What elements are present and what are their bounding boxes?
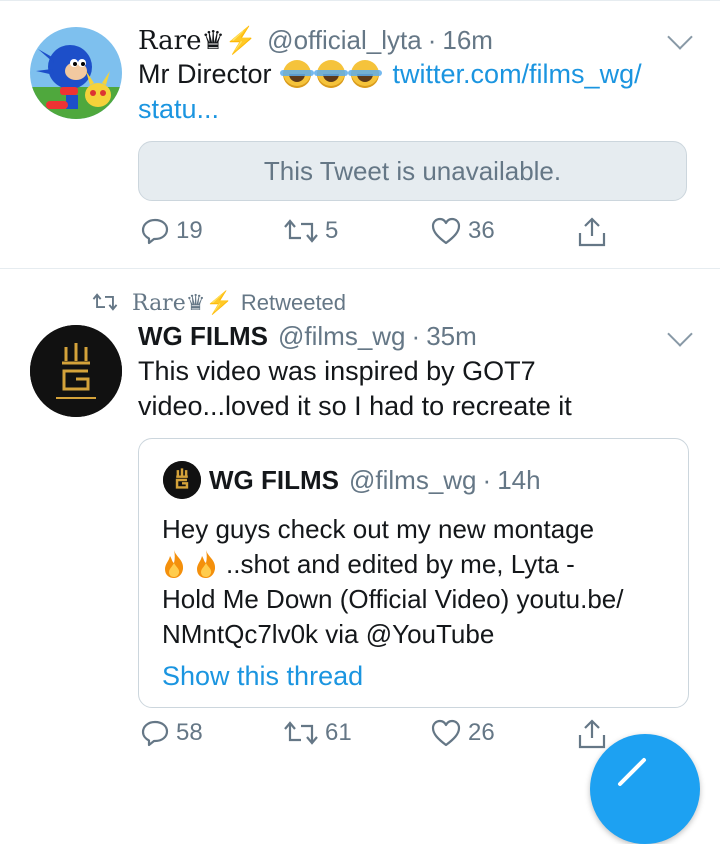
chevron-down-icon[interactable] [667, 321, 693, 347]
retweeted-label: Retweeted [240, 290, 347, 315]
like-button[interactable]: 26 [430, 718, 495, 748]
retweet-count: 5 [325, 217, 339, 244]
tweet-text-main: Mr Director [138, 59, 272, 89]
retweet-button[interactable]: 61 [283, 718, 352, 748]
retweet-context: Rare♛⚡ Retweeted [92, 289, 346, 318]
tweet-text: Mr Director twitter.com/films_wg/ statu.… [138, 57, 698, 127]
display-name[interactable]: WG FILMS [138, 321, 268, 351]
reply-count: 19 [176, 217, 203, 244]
quoted-display-name: WG FILMS [209, 465, 339, 495]
joy-emoji-icon [280, 60, 315, 88]
quoted-line4: NMntQc7lv0k via @YouTube [162, 619, 495, 649]
show-thread-link[interactable]: Show this thread [162, 659, 363, 693]
compose-button[interactable] [590, 734, 700, 844]
tweet-header: WG FILMS @films_wg · 35m [138, 321, 477, 351]
quoted-handle: @films_wg [348, 465, 477, 495]
like-icon [431, 217, 461, 245]
quoted-tweet-card[interactable]: WG FILMS @films_wg · 14h Hey guys check out… [138, 438, 689, 708]
retweeter-name[interactable]: Rare♛⚡ [132, 291, 233, 316]
quoted-timestamp: 14h [497, 465, 541, 495]
retweet-count: 61 [325, 719, 352, 746]
like-button[interactable]: 36 [430, 216, 495, 246]
joy-emoji-icon [314, 60, 349, 88]
retweet-icon [92, 293, 118, 311]
tweet-text: This video was inspired by GOT7 video...… [138, 354, 698, 424]
reply-count: 58 [176, 719, 203, 746]
like-count: 36 [468, 217, 495, 244]
reply-icon [141, 218, 169, 245]
retweet-icon [284, 721, 318, 745]
share-button[interactable] [577, 718, 613, 750]
wg-logo-icon [30, 325, 122, 417]
reply-button[interactable]: 19 [140, 216, 203, 246]
quoted-line1: Hey guys check out my new montage [162, 514, 595, 544]
quoted-header: WG FILMS @films_wg · 14h [209, 465, 541, 495]
tweet-text-line1: This video was inspired by GOT7 [138, 356, 536, 386]
reply-button[interactable]: 58 [140, 718, 203, 748]
like-icon [431, 719, 461, 747]
chevron-down-icon[interactable] [667, 24, 693, 50]
tweet-actions: 19 5 36 [0, 216, 720, 256]
avatar-image [30, 27, 122, 119]
timestamp[interactable]: 16m [442, 25, 493, 55]
retweet-icon [284, 219, 318, 243]
flame-icon [197, 550, 216, 578]
quoted-text: Hey guys check out my new montage ..shot… [162, 512, 682, 652]
flame-icon [165, 550, 184, 578]
tweet-text-line2: video...loved it so I had to recreate it [138, 391, 572, 421]
quoted-avatar [163, 461, 201, 499]
timestamp[interactable]: 35m [426, 321, 477, 351]
display-name[interactable]: Rare♛⚡ [138, 26, 257, 56]
tweet-header: Rare♛⚡ @official_lyta · 16m [138, 25, 493, 56]
avatar[interactable] [30, 27, 122, 119]
avatar[interactable] [30, 325, 122, 417]
handle[interactable]: @films_wg [278, 321, 406, 351]
tweet-1[interactable]: Rare♛⚡ @official_lyta · 16m Mr Director twi… [0, 0, 720, 268]
wg-logo-icon [163, 461, 201, 499]
share-icon [578, 719, 606, 749]
quoted-line2: ..shot and edited by me, Lyta - [226, 549, 575, 579]
quoted-line3: Hold Me Down (Official Video) youtu.be/ [162, 584, 624, 614]
handle[interactable]: @official_lyta [267, 25, 422, 55]
tweet-link[interactable]: twitter.com/films_wg/ [393, 59, 642, 89]
retweet-button[interactable]: 5 [283, 216, 338, 246]
compose-icon [618, 758, 646, 786]
tweet-link-cont[interactable]: statu... [138, 94, 219, 124]
share-icon [578, 217, 606, 247]
reply-icon [141, 720, 169, 747]
like-count: 26 [468, 719, 495, 746]
joy-emoji-icon [348, 60, 383, 88]
unavailable-tweet-card: This Tweet is unavailable. [138, 141, 687, 201]
share-button[interactable] [577, 216, 613, 248]
